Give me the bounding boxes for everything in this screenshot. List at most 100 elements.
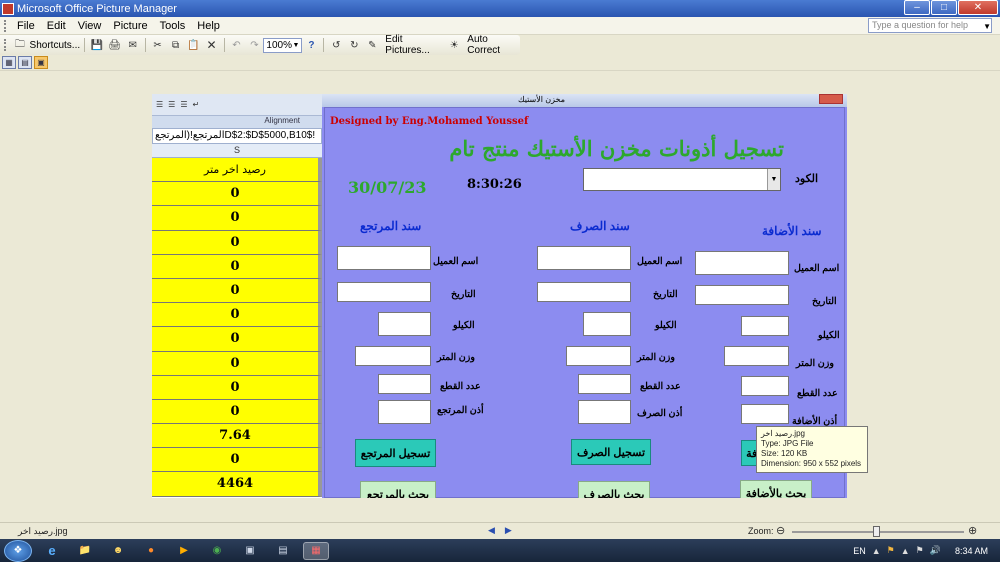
excel-cell: 0 (152, 351, 322, 376)
issue-kilo-label: الكيلو (655, 320, 677, 331)
issue-customer-field (537, 246, 631, 270)
help-icon[interactable]: ? (303, 37, 319, 53)
zoom-dropdown-icon[interactable]: ▼ (292, 42, 299, 49)
edit-pictures-icon[interactable]: ✎ (364, 37, 380, 53)
next-picture-icon[interactable]: ▶ (505, 525, 512, 536)
tray-arrow-icon[interactable]: ▲ (872, 546, 881, 556)
chrome-icon[interactable]: ◉ (204, 542, 230, 560)
remote-icon[interactable]: ▣ (237, 542, 263, 560)
redo-icon[interactable]: ↷ (246, 37, 262, 53)
system-tray: EN ▲ ⚑ ▲ ⚑ 🔊 8:34 AM (853, 539, 1000, 562)
zoom-select[interactable]: 100% ▼ (263, 37, 303, 53)
wrap-icon: ↵ (192, 100, 200, 109)
excel-cell: 0 (152, 182, 322, 207)
shield-icon[interactable]: ⚑ (887, 545, 895, 556)
tooltip-filename: رصيد اخر.jpg (761, 429, 805, 438)
window-controls: – □ ✕ (904, 0, 998, 15)
addition-date-field (695, 285, 789, 305)
excel-cell: 0 (152, 303, 322, 328)
paste-icon[interactable]: 📋 (186, 37, 202, 53)
image-viewer-icon[interactable]: ▤ (270, 542, 296, 560)
speaker-icon[interactable]: 🔊 (930, 545, 941, 556)
issue-meter-weight-field (566, 346, 631, 366)
excel-cell: 0 (152, 375, 322, 400)
shortcuts-button[interactable]: Shortcuts... (30, 37, 81, 53)
filmstrip-view-icon[interactable]: ▤ (18, 56, 32, 69)
clock[interactable]: 8:34 AM (955, 546, 988, 556)
menu-file[interactable]: File (11, 20, 41, 32)
edit-pictures-button[interactable]: Edit Pictures... (382, 34, 444, 56)
designer-credit: Designed by Eng.Mohamed Youssef (330, 116, 529, 127)
picture-manager-task-icon[interactable]: ▦ (303, 541, 329, 560)
menu-picture[interactable]: Picture (107, 20, 153, 32)
menu-help[interactable]: Help (191, 20, 226, 32)
media-player-icon[interactable]: ▶ (171, 542, 197, 560)
issue-permit-field (578, 400, 631, 424)
date-display: 30/07/23 (348, 178, 427, 197)
returns-permit-label: أذن المرتجع (437, 405, 484, 416)
language-indicator[interactable]: EN (853, 546, 866, 556)
form-title-bar: مخزن الأستيك (322, 94, 847, 107)
issue-pieces-label: عدد القطع (640, 381, 681, 392)
excel-alignment-group: Alignment (152, 116, 322, 128)
returns-pieces-field (378, 374, 431, 394)
status-filename: رصيد اخر.jpg (18, 526, 68, 536)
zoom-slider-thumb[interactable] (873, 526, 880, 537)
returns-customer-field (337, 246, 431, 270)
standard-toolbar: 🗀 Shortcuts... 💾 🖨 ✉ ✂ ⧉ 📋 ✕ ↶ ↷ 100% ▼ … (0, 34, 520, 56)
minimize-button[interactable]: – (904, 0, 930, 15)
returns-pieces-label: عدد القطع (440, 381, 481, 392)
auto-correct-button[interactable]: Auto Correct (464, 34, 519, 56)
close-button[interactable]: ✕ (958, 0, 998, 15)
menu-bar: File Edit View Picture Tools Help Type a… (0, 17, 1000, 35)
menu-edit[interactable]: Edit (41, 20, 72, 32)
save-icon[interactable]: 💾 (89, 37, 105, 53)
issue-meter-weight-label: وزن المتر (637, 352, 675, 363)
cut-icon[interactable]: ✂ (150, 37, 166, 53)
help-placeholder: Type a question for help (872, 20, 969, 30)
code-label: الكود (795, 173, 819, 185)
print-icon[interactable]: 🖨 (107, 37, 123, 53)
network-icon[interactable]: ▲ (901, 546, 910, 556)
rotate-left-icon[interactable]: ↺ (328, 37, 344, 53)
firefox-icon[interactable]: ● (138, 542, 164, 560)
shortcuts-icon[interactable]: 🗀 (12, 37, 28, 53)
addition-pieces-label: عدد القطع (797, 388, 838, 399)
undo-icon[interactable]: ↶ (228, 37, 244, 53)
view-bar: ▦ ▤ ▣ (0, 55, 1000, 71)
menu-tools[interactable]: Tools (154, 20, 192, 32)
tooltip-type: Type: JPG File (761, 439, 814, 448)
returns-customer-label: اسم العميل (433, 256, 479, 267)
maximize-button[interactable]: □ (931, 0, 957, 15)
file-info-tooltip: رصيد اخر.jpg Type: JPG File Size: 120 KB… (756, 426, 868, 473)
file-explorer-icon[interactable]: 📁 (72, 542, 98, 560)
single-picture-view-icon[interactable]: ▣ (34, 56, 48, 69)
returns-kilo-field (378, 312, 431, 336)
zoom-out-icon[interactable]: ⊖ (776, 524, 785, 537)
internet-explorer-icon[interactable]: e (39, 542, 65, 560)
issue-section-title: سند الصرف (570, 219, 630, 233)
rotate-right-icon[interactable]: ↻ (346, 37, 362, 53)
form-heading: تسجيل أذونات مخزن الأستيك منتج تام (449, 136, 784, 161)
excel-cell: 0 (152, 399, 322, 425)
auto-correct-icon[interactable]: ☀ (446, 37, 462, 53)
help-search-input[interactable]: Type a question for help ▼ (868, 18, 992, 33)
thumbnail-view-icon[interactable]: ▦ (2, 56, 16, 69)
help-dropdown-icon[interactable]: ▼ (983, 22, 991, 31)
action-center-icon[interactable]: ⚑ (916, 545, 924, 556)
delete-icon[interactable]: ✕ (204, 37, 220, 53)
tooltip-size: Size: 120 KB (761, 449, 808, 458)
picture-navigation: ◀ ▶ (488, 525, 512, 536)
email-icon[interactable]: ✉ (125, 37, 141, 53)
window-title: Microsoft Office Picture Manager (17, 2, 177, 15)
messenger-icon[interactable]: ☻ (105, 542, 131, 560)
copy-icon[interactable]: ⧉ (168, 37, 184, 53)
align-left-icon: ☰ (156, 100, 164, 109)
start-button-icon[interactable]: ❖ (4, 539, 32, 562)
addition-kilo-field (741, 316, 789, 336)
menu-view[interactable]: View (72, 20, 108, 32)
zoom-in-icon[interactable]: ⊕ (968, 524, 977, 537)
issue-permit-label: أذن الصرف (637, 408, 683, 419)
status-bar: رصيد اخر.jpg ◀ ▶ Zoom: ⊖ ⊕ (0, 522, 1000, 539)
previous-picture-icon[interactable]: ◀ (488, 525, 495, 536)
